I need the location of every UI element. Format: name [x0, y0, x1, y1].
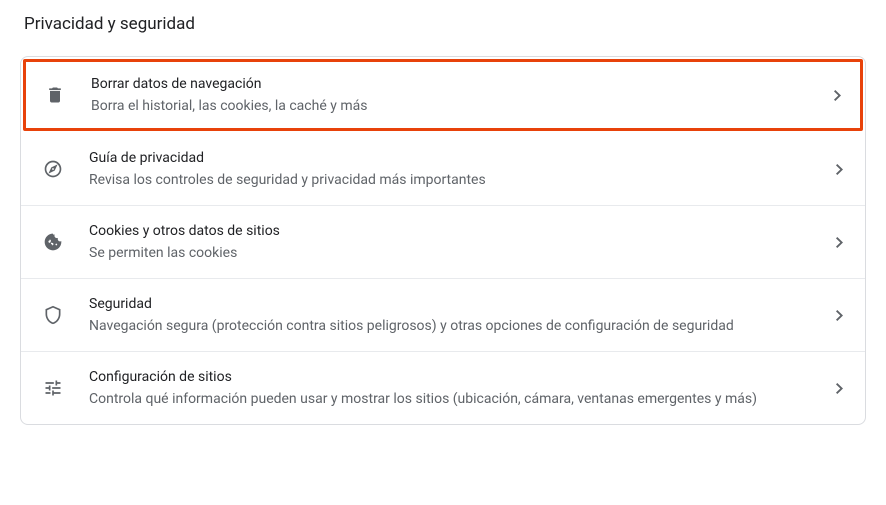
row-text: Configuración de sitios Controla qué inf… — [73, 366, 833, 410]
row-title: Configuración de sitios — [89, 366, 825, 388]
section-title: Privacidad y seguridad — [20, 14, 866, 34]
row-title: Seguridad — [89, 293, 825, 315]
row-privacy-guide[interactable]: Guía de privacidad Revisa los controles … — [21, 133, 865, 206]
trash-icon — [35, 85, 75, 105]
chevron-right-icon — [833, 383, 845, 394]
row-title: Cookies y otros datos de sitios — [89, 220, 825, 242]
row-text: Seguridad Navegación segura (protección … — [73, 293, 833, 337]
shield-icon — [33, 305, 73, 325]
row-clear-browsing-data[interactable]: Borrar datos de navegación Borra el hist… — [23, 59, 863, 131]
row-site-settings[interactable]: Configuración de sitios Controla qué inf… — [21, 352, 865, 424]
row-desc: Navegación segura (protección contra sit… — [89, 315, 825, 337]
row-desc: Se permiten las cookies — [89, 242, 825, 264]
row-text: Guía de privacidad Revisa los controles … — [73, 147, 833, 191]
settings-card: Borrar datos de navegación Borra el hist… — [20, 56, 866, 425]
row-text: Cookies y otros datos de sitios Se permi… — [73, 220, 833, 264]
row-title: Borrar datos de navegación — [91, 73, 823, 95]
row-desc: Revisa los controles de seguridad y priv… — [89, 169, 825, 191]
row-cookies[interactable]: Cookies y otros datos de sitios Se permi… — [21, 206, 865, 279]
chevron-right-icon — [831, 90, 843, 101]
chevron-right-icon — [833, 237, 845, 248]
row-security[interactable]: Seguridad Navegación segura (protección … — [21, 279, 865, 352]
chevron-right-icon — [833, 164, 845, 175]
chevron-right-icon — [833, 310, 845, 321]
row-desc: Controla qué información pueden usar y m… — [89, 388, 825, 410]
row-desc: Borra el historial, las cookies, la cach… — [91, 95, 823, 117]
sliders-icon — [33, 378, 73, 398]
row-title: Guía de privacidad — [89, 147, 825, 169]
compass-icon — [33, 159, 73, 179]
cookie-icon — [33, 232, 73, 252]
row-text: Borrar datos de navegación Borra el hist… — [75, 73, 831, 117]
